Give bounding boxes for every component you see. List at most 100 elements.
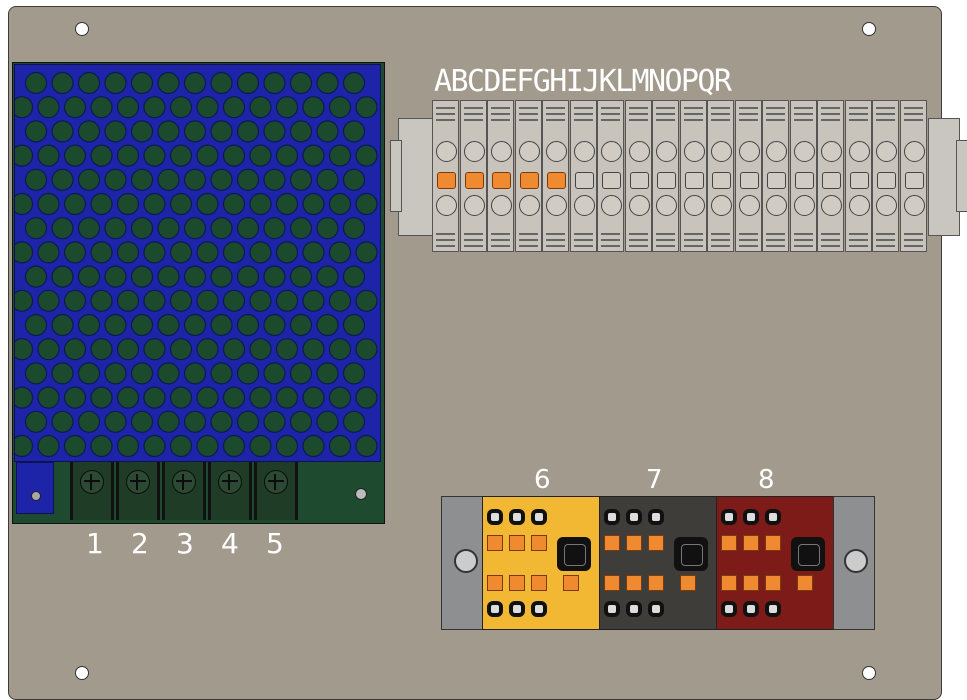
lever-side[interactable] (563, 575, 579, 591)
lever-top[interactable] (765, 535, 781, 551)
wire-entry-top[interactable] (648, 509, 664, 525)
terminal-block[interactable] (432, 100, 459, 252)
jumper-slot[interactable] (574, 172, 594, 189)
jumper-slot[interactable] (712, 172, 731, 189)
lever-top[interactable] (648, 535, 664, 551)
lever-bottom[interactable] (743, 575, 759, 591)
terminal-block[interactable] (789, 100, 817, 252)
lever-bottom[interactable] (721, 575, 737, 591)
jumper-slot[interactable] (849, 172, 869, 189)
release-button[interactable] (557, 537, 591, 571)
wire-entry-bottom[interactable] (711, 195, 732, 216)
jumper-slot[interactable] (767, 172, 786, 189)
jumper-slot[interactable] (822, 172, 841, 189)
release-button[interactable] (674, 537, 708, 571)
lever-bottom[interactable] (765, 575, 781, 591)
psu-terminal-4[interactable] (208, 462, 252, 520)
wire-entry-bottom[interactable] (463, 195, 485, 216)
terminal-block[interactable] (844, 100, 872, 252)
jumper-slot[interactable] (739, 172, 759, 189)
jumper-slot[interactable] (904, 172, 924, 189)
wire-entry-top[interactable] (601, 141, 622, 162)
lever-side[interactable] (680, 575, 696, 591)
wire-entry-top[interactable] (903, 141, 925, 162)
jumper-slot-bridged[interactable] (492, 172, 511, 189)
lever-bottom[interactable] (509, 575, 525, 591)
jumper-slot[interactable] (629, 172, 649, 189)
wire-entry-top[interactable] (531, 509, 547, 525)
lever-top[interactable] (721, 535, 737, 551)
jumper-slot[interactable] (684, 172, 704, 189)
wire-entry-bottom[interactable] (903, 195, 925, 216)
wire-entry-top[interactable] (436, 141, 457, 162)
lever-side[interactable] (797, 575, 813, 591)
lever-top[interactable] (531, 535, 547, 551)
wire-entry-bottom[interactable] (546, 195, 567, 216)
jumper-slot-bridged[interactable] (464, 172, 484, 189)
wire-entry-bottom[interactable] (743, 601, 759, 617)
terminal-block[interactable] (569, 100, 597, 252)
wire-entry-bottom[interactable] (518, 195, 540, 216)
wire-entry-bottom[interactable] (765, 601, 781, 617)
jumper-slot[interactable] (877, 172, 896, 189)
terminal-block[interactable] (459, 100, 487, 252)
lever-top[interactable] (604, 535, 620, 551)
terminal-block[interactable] (679, 100, 707, 252)
wire-entry-bottom[interactable] (531, 601, 547, 617)
wire-entry-top[interactable] (518, 141, 540, 162)
lever-top[interactable] (743, 535, 759, 551)
wire-entry-bottom[interactable] (683, 195, 705, 216)
wire-entry-bottom[interactable] (876, 195, 897, 216)
wire-entry-top[interactable] (463, 141, 485, 162)
lever-bottom[interactable] (531, 575, 547, 591)
wire-entry-bottom[interactable] (628, 195, 650, 216)
terminal-block[interactable] (899, 100, 927, 252)
release-button[interactable] (791, 537, 825, 571)
terminal-block[interactable] (817, 100, 844, 252)
terminal-block[interactable] (514, 100, 542, 252)
terminal-block[interactable] (542, 100, 569, 252)
jumper-slot-bridged[interactable] (519, 172, 539, 189)
lever-bottom[interactable] (604, 575, 620, 591)
terminal-block[interactable] (652, 100, 679, 252)
terminal-block[interactable] (624, 100, 652, 252)
wire-entry-top[interactable] (628, 141, 650, 162)
psu-terminal-5[interactable] (254, 462, 298, 520)
terminal-block[interactable] (734, 100, 762, 252)
wire-entry-bottom[interactable] (491, 195, 512, 216)
terminal-block[interactable] (762, 100, 789, 252)
wire-entry-top[interactable] (721, 509, 737, 525)
lever-bottom[interactable] (626, 575, 642, 591)
module-7[interactable] (599, 496, 717, 630)
jumper-slot[interactable] (602, 172, 621, 189)
wire-entry-bottom[interactable] (821, 195, 842, 216)
wire-entry-top[interactable] (743, 509, 759, 525)
lever-bottom[interactable] (487, 575, 503, 591)
module-6[interactable] (482, 496, 600, 630)
wire-entry-top[interactable] (626, 509, 642, 525)
wire-entry-top[interactable] (848, 141, 870, 162)
wire-entry-top[interactable] (766, 141, 787, 162)
wire-entry-bottom[interactable] (766, 195, 787, 216)
wire-entry-top[interactable] (546, 141, 567, 162)
wire-entry-bottom[interactable] (487, 601, 503, 617)
wire-entry-top[interactable] (821, 141, 842, 162)
wire-entry-bottom[interactable] (848, 195, 870, 216)
wire-entry-bottom[interactable] (793, 195, 815, 216)
lever-top[interactable] (509, 535, 525, 551)
jumper-slot-bridged[interactable] (547, 172, 566, 189)
wire-entry-top[interactable] (711, 141, 732, 162)
wire-entry-top[interactable] (765, 509, 781, 525)
wire-entry-bottom[interactable] (509, 601, 525, 617)
psu-terminal-2[interactable] (116, 462, 160, 520)
wire-entry-top[interactable] (876, 141, 897, 162)
wire-entry-bottom[interactable] (738, 195, 760, 216)
wire-entry-top[interactable] (683, 141, 705, 162)
lever-top[interactable] (626, 535, 642, 551)
wire-entry-bottom[interactable] (648, 601, 664, 617)
wire-entry-top[interactable] (491, 141, 512, 162)
wire-entry-top[interactable] (573, 141, 595, 162)
jumper-slot[interactable] (657, 172, 676, 189)
wire-entry-bottom[interactable] (601, 195, 622, 216)
wire-entry-top[interactable] (487, 509, 503, 525)
